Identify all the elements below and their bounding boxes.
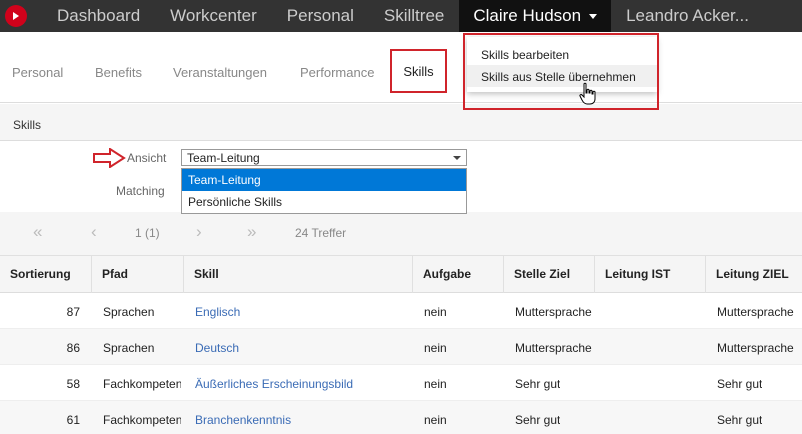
header-sortierung[interactable]: Sortierung <box>0 256 92 293</box>
cell-sortierung: 61 <box>66 413 80 427</box>
nav-personal[interactable]: Personal <box>272 0 369 32</box>
cell-stelle-ziel: Sehr gut <box>515 413 561 427</box>
first-page-icon[interactable]: « <box>33 222 42 242</box>
ansicht-select-value: Team-Leitung <box>187 151 260 165</box>
ansicht-select[interactable]: Team-Leitung <box>181 149 467 166</box>
arrow-right-icon <box>93 148 126 168</box>
cell-skill-link[interactable]: Deutsch <box>195 341 239 355</box>
tab-veranstaltungen[interactable]: Veranstaltungen <box>173 65 267 80</box>
next-page-icon[interactable]: › <box>196 222 202 242</box>
hits-count: 24 Treffer <box>295 226 347 240</box>
last-page-icon[interactable]: » <box>247 222 256 242</box>
cell-aufgabe: nein <box>424 305 447 319</box>
option-team-leitung[interactable]: Team-Leitung <box>182 169 466 191</box>
cell-stelle-ziel: Muttersprache <box>515 341 592 355</box>
tab-skills[interactable]: Skills <box>390 49 447 93</box>
cell-aufgabe: nein <box>424 377 447 391</box>
cell-pfad: Fachkompeten <box>103 413 181 427</box>
cell-pfad: Fachkompeten <box>103 377 181 391</box>
cell-leitung-ziel: Sehr gut <box>717 377 763 391</box>
table-row: 86 Sprachen Deutsch nein Muttersprache M… <box>0 329 802 365</box>
menu-skills-bearbeiten[interactable]: Skills bearbeiten <box>467 43 657 65</box>
matching-label: Matching <box>116 184 165 198</box>
cell-stelle-ziel: Muttersprache <box>515 305 592 319</box>
cell-sortierung: 87 <box>66 305 80 319</box>
tab-performance[interactable]: Performance <box>300 65 374 80</box>
table-row: 58 Fachkompeten Äußerliches Erscheinungs… <box>0 365 802 401</box>
pager: « ‹ 1 (1) › » 24 Treffer <box>0 212 802 256</box>
option-persoenliche-skills[interactable]: Persönliche Skills <box>182 191 466 213</box>
app-logo[interactable] <box>0 0 32 32</box>
nav-workcenter[interactable]: Workcenter <box>155 0 272 32</box>
table-header: Sortierung Pfad Skill Aufgabe Stelle Zie… <box>0 256 802 293</box>
nav-dashboard[interactable]: Dashboard <box>32 0 155 32</box>
page-indicator: 1 (1) <box>135 226 160 240</box>
cell-skill-link[interactable]: Englisch <box>195 305 240 319</box>
hand-cursor-icon <box>579 82 596 105</box>
header-leitung-ist[interactable]: Leitung IST <box>595 256 706 293</box>
ansicht-label: Ansicht <box>127 151 167 165</box>
cell-leitung-ziel: Muttersprache <box>717 305 794 319</box>
header-pfad[interactable]: Pfad <box>92 256 184 293</box>
cell-skill-link[interactable]: Äußerliches Erscheinungsbild <box>195 377 353 391</box>
table-row: 61 Fachkompeten Branchenkenntnis nein Se… <box>0 401 802 434</box>
cell-leitung-ziel: Sehr gut <box>717 413 763 427</box>
menu-skills-aus-stelle[interactable]: Skills aus Stelle übernehmen <box>467 65 657 87</box>
tab-personal[interactable]: Personal <box>12 65 63 80</box>
header-stelle-ziel[interactable]: Stelle Ziel <box>504 256 595 293</box>
header-leitung-ziel[interactable]: Leitung ZIEL <box>706 256 802 293</box>
section-title: Skills <box>0 104 802 141</box>
ansicht-options: Team-Leitung Persönliche Skills <box>181 168 467 214</box>
cell-pfad: Sprachen <box>103 305 155 319</box>
nav-user-menu[interactable]: Claire Hudson <box>459 0 612 32</box>
cell-aufgabe: nein <box>424 341 447 355</box>
top-navigation-bar: Dashboard Workcenter Personal Skilltree … <box>0 0 802 32</box>
tab-benefits[interactable]: Benefits <box>95 65 142 80</box>
cell-stelle-ziel: Sehr gut <box>515 377 561 391</box>
user-dropdown-menu: Skills bearbeiten Skills aus Stelle über… <box>467 37 657 92</box>
chevron-down-icon <box>589 13 598 19</box>
cell-sortierung: 86 <box>66 341 80 355</box>
header-skill[interactable]: Skill <box>184 256 413 293</box>
dropdown-arrow-icon <box>453 156 461 160</box>
nav-leandro[interactable]: Leandro Acker... <box>611 0 764 32</box>
cell-sortierung: 58 <box>66 377 80 391</box>
nav-skilltree[interactable]: Skilltree <box>369 0 459 32</box>
nav-user-label: Claire Hudson <box>473 6 582 25</box>
cell-leitung-ziel: Muttersprache <box>717 341 794 355</box>
cell-pfad: Sprachen <box>103 341 155 355</box>
cell-skill-link[interactable]: Branchenkenntnis <box>195 413 291 427</box>
cell-aufgabe: nein <box>424 413 447 427</box>
logo-icon <box>5 5 27 27</box>
header-aufgabe[interactable]: Aufgabe <box>413 256 504 293</box>
prev-page-icon[interactable]: ‹ <box>91 222 97 242</box>
table-row: 87 Sprachen Englisch nein Muttersprache … <box>0 293 802 329</box>
